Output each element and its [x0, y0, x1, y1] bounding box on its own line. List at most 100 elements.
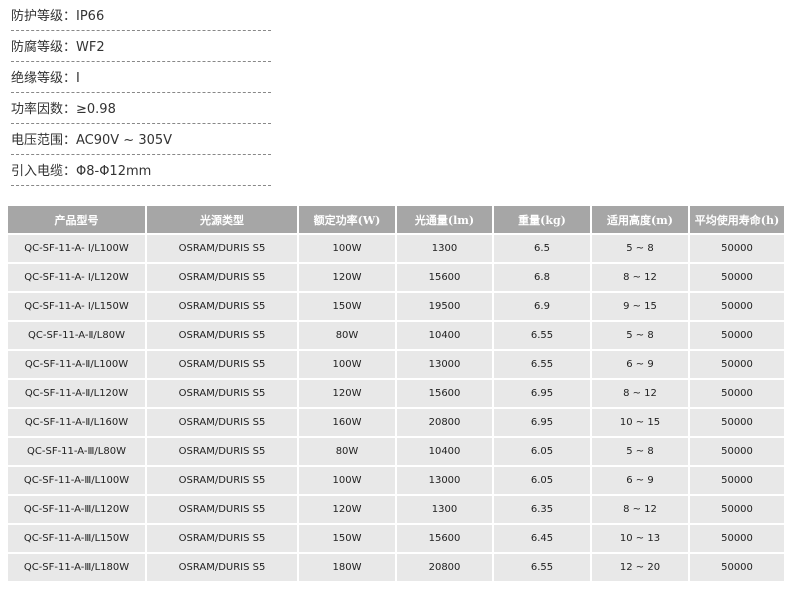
cell-luminous-flux: 20800	[397, 409, 492, 436]
cell-mounting-height: 8 ~ 12	[592, 264, 688, 291]
cell-light-source: OSRAM/DURIS S5	[147, 235, 297, 262]
cell-rated-power: 150W	[299, 525, 395, 552]
table-row: QC-SF-11-A-Ⅱ/L160W OSRAM/DURIS S5 160W 2080…	[8, 409, 784, 436]
cell-weight: 6.9	[494, 293, 590, 320]
cell-light-source: OSRAM/DURIS S5	[147, 293, 297, 320]
cell-rated-power: 100W	[299, 467, 395, 494]
cell-luminous-flux: 10400	[397, 438, 492, 465]
header-light-source: 光源类型	[147, 206, 297, 233]
cell-weight: 6.55	[494, 554, 590, 581]
header-lifetime: 平均使用寿命(h)	[690, 206, 784, 233]
cell-rated-power: 150W	[299, 293, 395, 320]
spec-ip-rating: 防护等级：IP66	[11, 0, 271, 31]
cell-model: QC-SF-11-A- Ⅰ/L120W	[8, 264, 145, 291]
cell-light-source: OSRAM/DURIS S5	[147, 467, 297, 494]
cell-weight: 6.8	[494, 264, 590, 291]
cell-model: QC-SF-11-A- Ⅰ/L100W	[8, 235, 145, 262]
cell-rated-power: 120W	[299, 380, 395, 407]
cell-light-source: OSRAM/DURIS S5	[147, 554, 297, 581]
cell-weight: 6.05	[494, 467, 590, 494]
cell-model: QC-SF-11-A-Ⅱ/L120W	[8, 380, 145, 407]
cell-luminous-flux: 13000	[397, 351, 492, 378]
table-row: QC-SF-11-A-Ⅲ/L80W OSRAM/DURIS S5 80W 10400 6…	[8, 438, 784, 465]
cell-rated-power: 100W	[299, 235, 395, 262]
cell-mounting-height: 12 ~ 20	[592, 554, 688, 581]
cell-model: QC-SF-11-A-Ⅲ/L80W	[8, 438, 145, 465]
table-row: QC-SF-11-A-Ⅲ/L100W OSRAM/DURIS S5 100W 1300…	[8, 467, 784, 494]
cell-model: QC-SF-11-A-Ⅲ/L150W	[8, 525, 145, 552]
cell-light-source: OSRAM/DURIS S5	[147, 409, 297, 436]
cell-lifetime: 50000	[690, 322, 784, 349]
cell-luminous-flux: 20800	[397, 554, 492, 581]
cell-weight: 6.05	[494, 438, 590, 465]
cell-rated-power: 120W	[299, 264, 395, 291]
cell-rated-power: 80W	[299, 438, 395, 465]
spec-list: 防护等级：IP66 防腐等级：WF2 绝缘等级：I 功率因数：≥0.98 电压范…	[11, 0, 271, 186]
cell-mounting-height: 5 ~ 8	[592, 438, 688, 465]
cell-luminous-flux: 15600	[397, 380, 492, 407]
cell-luminous-flux: 15600	[397, 264, 492, 291]
cell-weight: 6.95	[494, 380, 590, 407]
cell-lifetime: 50000	[690, 467, 784, 494]
table-row: QC-SF-11-A-Ⅱ/L80W OSRAM/DURIS S5 80W 10400 6…	[8, 322, 784, 349]
header-luminous-flux: 光通量(lm)	[397, 206, 492, 233]
cell-lifetime: 50000	[690, 235, 784, 262]
cell-rated-power: 80W	[299, 322, 395, 349]
cell-weight: 6.95	[494, 409, 590, 436]
cell-luminous-flux: 10400	[397, 322, 492, 349]
cell-weight: 6.55	[494, 322, 590, 349]
cell-lifetime: 50000	[690, 438, 784, 465]
cell-light-source: OSRAM/DURIS S5	[147, 322, 297, 349]
cell-mounting-height: 9 ~ 15	[592, 293, 688, 320]
spec-insulation-class: 绝缘等级：I	[11, 62, 271, 93]
cell-rated-power: 180W	[299, 554, 395, 581]
cell-lifetime: 50000	[690, 264, 784, 291]
product-spec-table: 产品型号 光源类型 额定功率(W) 光通量(lm) 重量(kg) 适用高度(m)…	[6, 204, 786, 583]
cell-mounting-height: 10 ~ 13	[592, 525, 688, 552]
cell-luminous-flux: 15600	[397, 525, 492, 552]
cell-lifetime: 50000	[690, 293, 784, 320]
table-row: QC-SF-11-A- Ⅰ/L120W OSRAM/DURIS S5 120W 156…	[8, 264, 784, 291]
cell-light-source: OSRAM/DURIS S5	[147, 380, 297, 407]
cell-light-source: OSRAM/DURIS S5	[147, 264, 297, 291]
cell-lifetime: 50000	[690, 496, 784, 523]
cell-model: QC-SF-11-A-Ⅲ/L180W	[8, 554, 145, 581]
cell-lifetime: 50000	[690, 380, 784, 407]
cell-model: QC-SF-11-A- Ⅰ/L150W	[8, 293, 145, 320]
cell-model: QC-SF-11-A-Ⅱ/L80W	[8, 322, 145, 349]
spec-voltage-range: 电压范围：AC90V ~ 305V	[11, 124, 271, 155]
cell-model: QC-SF-11-A-Ⅲ/L120W	[8, 496, 145, 523]
cell-model: QC-SF-11-A-Ⅱ/L100W	[8, 351, 145, 378]
table-row: QC-SF-11-A-Ⅲ/L180W OSRAM/DURIS S5 180W 2080…	[8, 554, 784, 581]
cell-luminous-flux: 13000	[397, 467, 492, 494]
cell-light-source: OSRAM/DURIS S5	[147, 438, 297, 465]
table-row: QC-SF-11-A- Ⅰ/L100W OSRAM/DURIS S5 100W 130…	[8, 235, 784, 262]
spec-power-factor: 功率因数：≥0.98	[11, 93, 271, 124]
cell-mounting-height: 5 ~ 8	[592, 235, 688, 262]
cell-light-source: OSRAM/DURIS S5	[147, 525, 297, 552]
cell-mounting-height: 5 ~ 8	[592, 322, 688, 349]
cell-weight: 6.35	[494, 496, 590, 523]
cell-lifetime: 50000	[690, 351, 784, 378]
cell-rated-power: 160W	[299, 409, 395, 436]
cell-model: QC-SF-11-A-Ⅲ/L100W	[8, 467, 145, 494]
cell-model: QC-SF-11-A-Ⅱ/L160W	[8, 409, 145, 436]
cell-weight: 6.5	[494, 235, 590, 262]
cell-luminous-flux: 1300	[397, 235, 492, 262]
table-row: QC-SF-11-A-Ⅱ/L100W OSRAM/DURIS S5 100W 1300…	[8, 351, 784, 378]
cell-weight: 6.55	[494, 351, 590, 378]
cell-mounting-height: 6 ~ 9	[592, 351, 688, 378]
header-weight: 重量(kg)	[494, 206, 590, 233]
cell-lifetime: 50000	[690, 409, 784, 436]
cell-weight: 6.45	[494, 525, 590, 552]
cell-rated-power: 100W	[299, 351, 395, 378]
cell-mounting-height: 8 ~ 12	[592, 380, 688, 407]
header-rated-power: 额定功率(W)	[299, 206, 395, 233]
table-row: QC-SF-11-A- Ⅰ/L150W OSRAM/DURIS S5 150W 195…	[8, 293, 784, 320]
header-mounting-height: 适用高度(m)	[592, 206, 688, 233]
cell-mounting-height: 10 ~ 15	[592, 409, 688, 436]
cell-luminous-flux: 1300	[397, 496, 492, 523]
spec-anticorrosion-rating: 防腐等级：WF2	[11, 31, 271, 62]
table-row: QC-SF-11-A-Ⅲ/L150W OSRAM/DURIS S5 150W 1560…	[8, 525, 784, 552]
cell-light-source: OSRAM/DURIS S5	[147, 351, 297, 378]
